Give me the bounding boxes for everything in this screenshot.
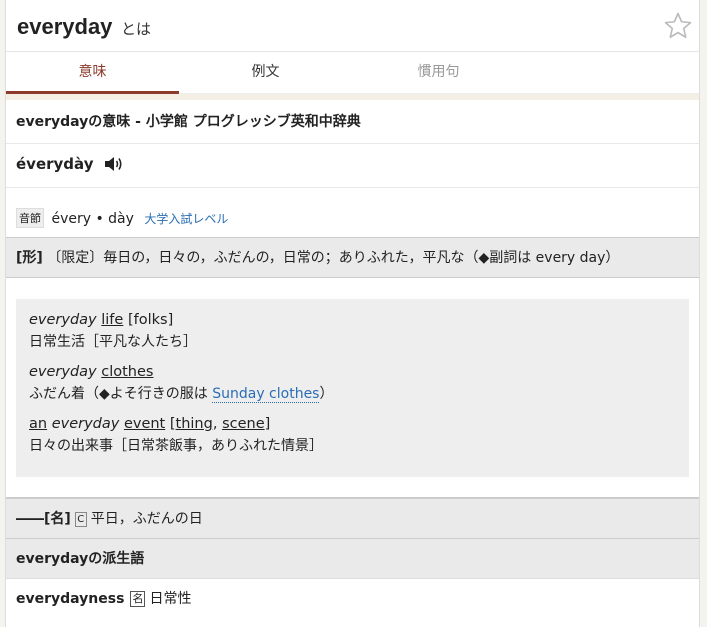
tab-idioms[interactable]: 慣用句 [352,52,525,94]
part-of-speech: [形] [16,250,43,266]
example-keyword: everyday [29,364,97,380]
pronunciation: évery­dày [16,155,94,173]
definition-row: [形] 〔限定〕毎日の，日々の，ふだんの，日常の；ありふれた，平凡な（◆副詞は … [6,238,699,278]
noun-badge: 名 [130,591,146,607]
example-collocate[interactable]: life [101,312,123,328]
headword: everyday [17,14,113,39]
dictionary-page: everyday とは 意味 例文 慣用句 everydayの意味 - 小学館 … [5,0,700,627]
example-ja: 日々の出来事［日常茶飯事，ありふれた情景］ [29,438,323,454]
speaker-icon[interactable] [104,155,124,173]
derivative-row: everydayness 名日常性 [6,579,699,619]
countable-badge: C [74,512,87,527]
noun-label: ――[名] [16,511,71,527]
definition-text: 〔限定〕毎日の，日々の，ふだんの，日常の；ありふれた，平凡な（◆副詞は ever… [47,250,620,266]
example-rest: [folks] [123,312,174,328]
headword-suffix: とは [121,20,152,38]
example-ja: ふだん着（◆よそ行きの服は Sunday clothes） [29,383,676,405]
sunday-clothes-link[interactable]: Sunday clothes [212,386,320,403]
noun-sense-row: ――[名] C 平日，ふだんの日 [6,498,699,539]
syllable-row: 音節 évery • dày 大学入試レベル [6,188,699,238]
noun-definition: 平日，ふだんの日 [90,511,203,527]
examples-section: everyday life [folks] 日常生活［平凡な人たち］ every… [6,278,699,498]
star-outline-icon[interactable] [663,11,693,41]
example-ja: 日常生活［平凡な人たち］ [29,334,197,350]
example-alt-scene[interactable]: scene [222,416,265,432]
level-link[interactable]: 大学入試レベル [144,212,228,226]
example-alt-thing[interactable]: thing [176,416,213,432]
example-article[interactable]: an [29,416,47,432]
derivatives-header: everydayの派生語 [6,539,699,579]
example-en: an everyday event [thing, scene] [29,416,271,432]
derivative-meaning: 日常性 [149,591,192,607]
example-collocate[interactable]: event [124,416,165,432]
pronunciation-row: évery­dày [6,144,699,188]
dictionary-title: everydayの意味 - 小学館 プログレッシブ英和中辞典 [6,100,699,144]
tab-meaning[interactable]: 意味 [6,52,179,94]
syllables: évery • dày [51,211,134,227]
tab-bar: 意味 例文 慣用句 [6,52,699,94]
example-en: everyday clothes [29,361,676,383]
example-ja-text: ふだん着（◆よそ行きの服は [29,386,213,402]
example-en: everyday life [folks] [29,309,676,331]
examples-box: everyday life [folks] 日常生活［平凡な人たち］ every… [16,299,689,477]
entry-header: everyday とは [6,0,699,52]
example-collocate[interactable]: clothes [101,364,153,380]
example-ja-close: ） [319,386,334,402]
derivative-word[interactable]: everydayness [16,591,124,607]
example-keyword: everyday [51,416,120,432]
example-keyword: everyday [29,312,97,328]
syllable-badge: 音節 [16,208,44,228]
tab-examples[interactable]: 例文 [179,52,352,94]
